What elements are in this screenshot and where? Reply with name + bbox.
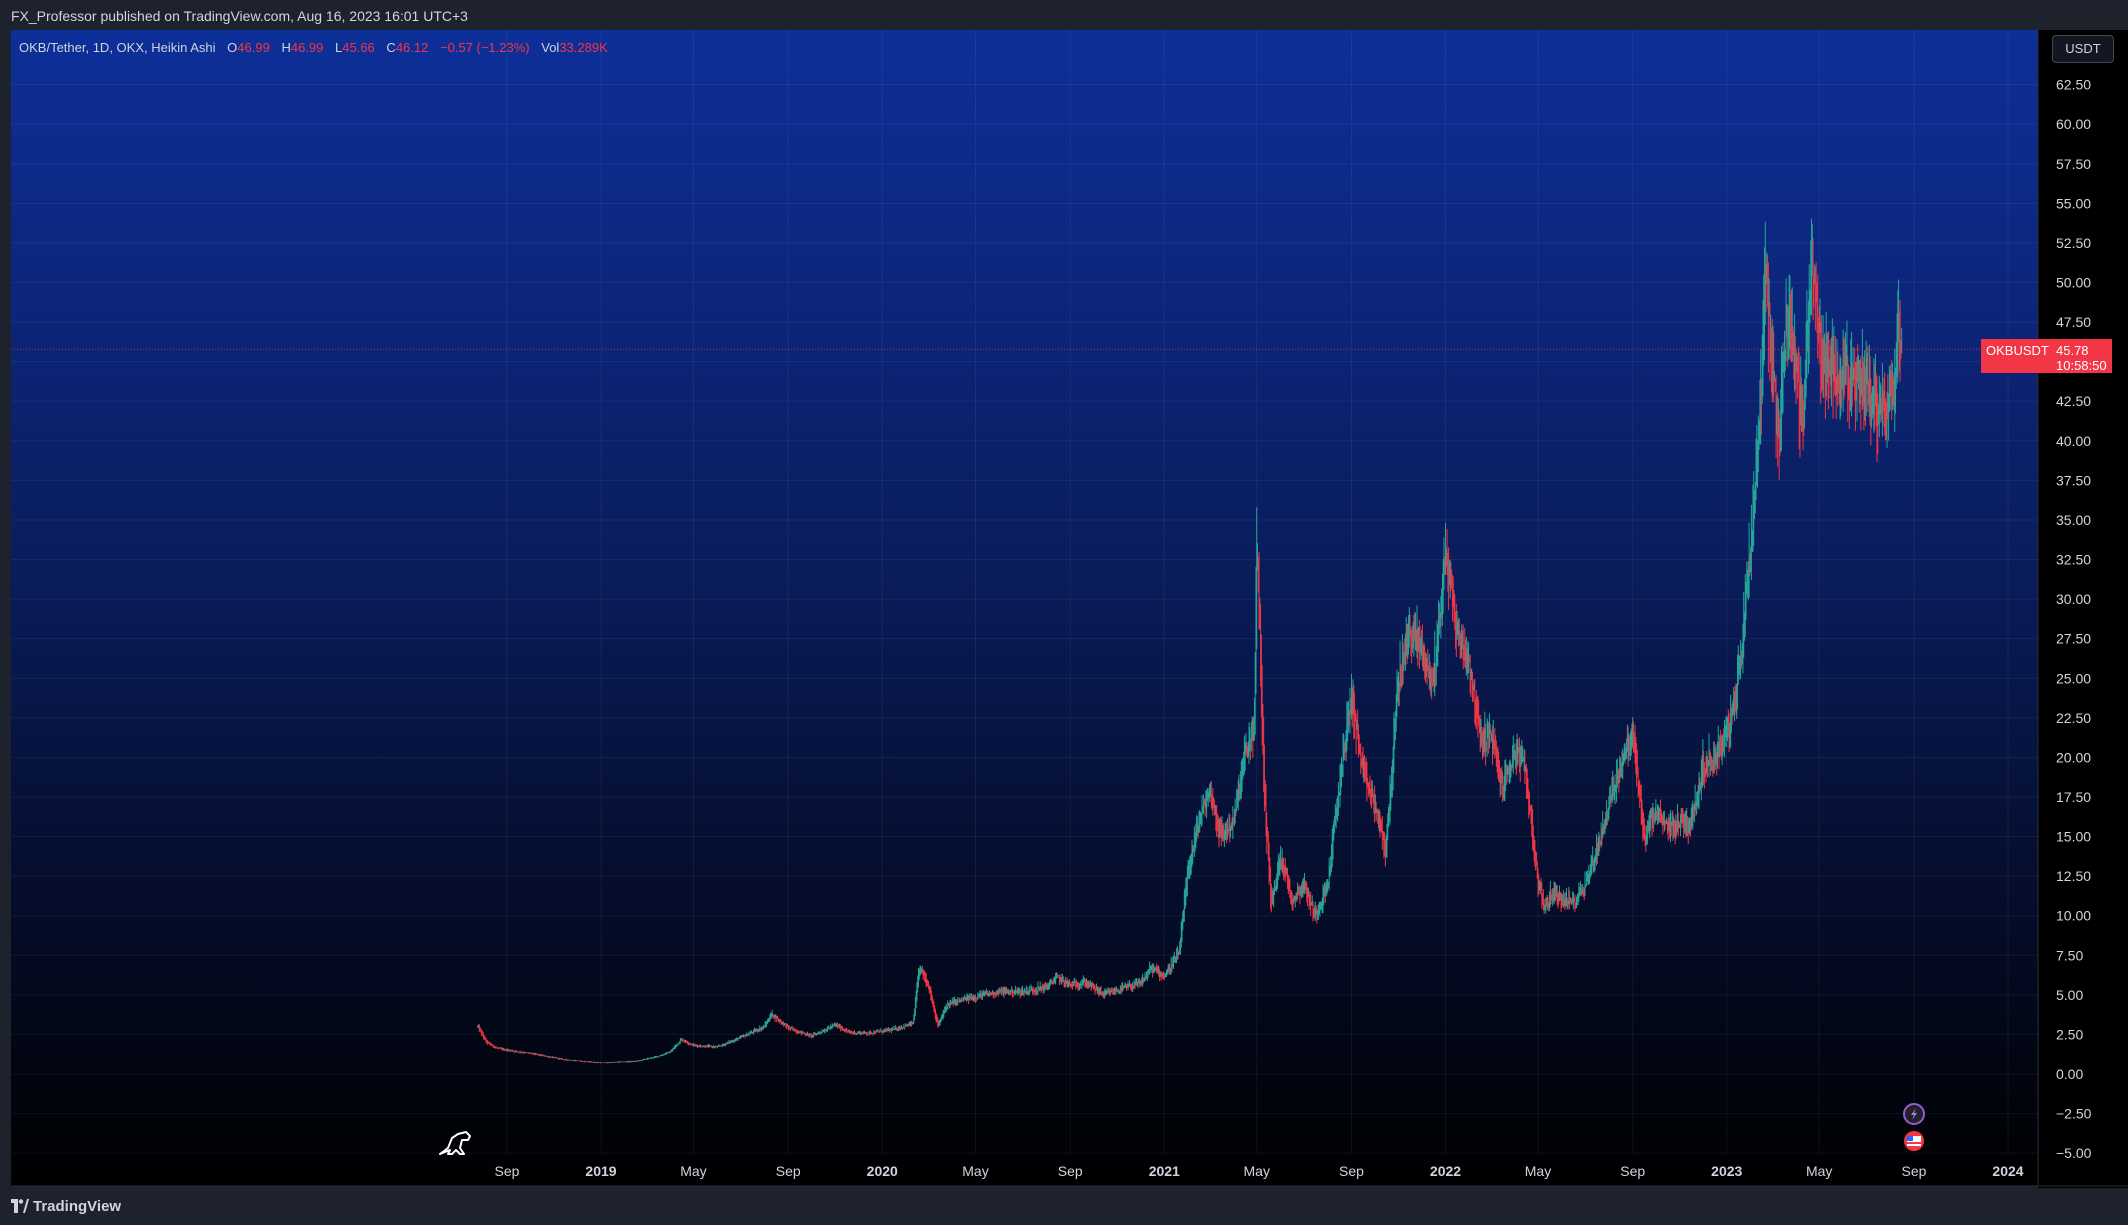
x-tick-label: Sep bbox=[776, 1163, 801, 1179]
price-tag-price: 45.78 bbox=[2056, 343, 2089, 358]
y-tick-label: 22.50 bbox=[2056, 710, 2091, 726]
high-label: H bbox=[281, 40, 291, 55]
x-tick-label: May bbox=[680, 1163, 706, 1179]
open-value: 46.99 bbox=[237, 40, 270, 55]
y-tick-label: 7.50 bbox=[2056, 947, 2083, 963]
y-tick-label: 35.00 bbox=[2056, 512, 2091, 528]
x-tick-label: May bbox=[1806, 1163, 1832, 1179]
y-tick-label: 10.00 bbox=[2056, 908, 2091, 924]
y-tick-label: 32.50 bbox=[2056, 552, 2091, 568]
y-tick-label: 37.50 bbox=[2056, 472, 2091, 488]
symbol-legend: OKB/Tether, 1D, OKX, Heikin Ashi O46.99 … bbox=[19, 40, 608, 55]
tradingview-logo-icon bbox=[11, 1199, 29, 1213]
y-tick-label: −5.00 bbox=[2056, 1145, 2092, 1161]
y-tick-label: 20.00 bbox=[2056, 749, 2091, 765]
y-tick-label: 57.50 bbox=[2056, 156, 2091, 172]
price-tag-symbol: OKBUSDT bbox=[1986, 343, 2049, 358]
x-tick-label: Sep bbox=[1058, 1163, 1083, 1179]
x-tick-label: Sep bbox=[1339, 1163, 1364, 1179]
low-value: 45.66 bbox=[342, 40, 375, 55]
y-tick-label: 60.00 bbox=[2056, 116, 2091, 132]
y-tick-label: 27.50 bbox=[2056, 631, 2091, 647]
x-tick-label: 2019 bbox=[585, 1163, 616, 1179]
y-tick-label: 30.00 bbox=[2056, 591, 2091, 607]
x-tick-label: Sep bbox=[1902, 1163, 1927, 1179]
last-price-tag: OKBUSDT 45.78 10:58:50 bbox=[1981, 339, 2112, 373]
close-label: C bbox=[386, 40, 396, 55]
volume-value: 33.289K bbox=[559, 40, 608, 55]
x-tick-label: May bbox=[1244, 1163, 1270, 1179]
x-tick-label: 2024 bbox=[1992, 1163, 2023, 1179]
close-value: 46.12 bbox=[395, 40, 429, 55]
tradingview-brand: TradingView bbox=[33, 1198, 122, 1215]
x-tick-label: May bbox=[1525, 1163, 1551, 1179]
x-tick-label: 2021 bbox=[1149, 1163, 1180, 1179]
change-value: −0.57 (−1.23%) bbox=[439, 40, 530, 55]
y-tick-label: 40.00 bbox=[2056, 433, 2091, 449]
y-tick-label: 47.50 bbox=[2056, 314, 2091, 330]
x-tick-label: 2023 bbox=[1711, 1163, 1742, 1179]
x-tick-label: 2020 bbox=[867, 1163, 898, 1179]
y-tick-label: 52.50 bbox=[2056, 235, 2091, 251]
currency-button[interactable]: USDT bbox=[2052, 35, 2114, 63]
y-tick-label: 62.50 bbox=[2056, 77, 2091, 93]
y-tick-label: 15.00 bbox=[2056, 829, 2091, 845]
y-tick-label: 5.00 bbox=[2056, 987, 2083, 1003]
x-tick-label: 2022 bbox=[1430, 1163, 1461, 1179]
open-label: O bbox=[227, 40, 238, 55]
symbol-info[interactable]: OKB/Tether, 1D, OKX, Heikin Ashi bbox=[19, 40, 216, 55]
us-flag-icon[interactable] bbox=[1904, 1131, 1924, 1151]
tradingview-logo[interactable]: TradingView bbox=[11, 1197, 121, 1215]
y-tick-label: 2.50 bbox=[2056, 1026, 2083, 1042]
footer-bar bbox=[0, 1188, 2128, 1225]
y-tick-label: −2.50 bbox=[2056, 1106, 2092, 1122]
y-tick-label: 17.50 bbox=[2056, 789, 2091, 805]
lightning-icon[interactable] bbox=[1903, 1103, 1925, 1125]
x-tick-label: May bbox=[962, 1163, 988, 1179]
y-tick-label: 0.00 bbox=[2056, 1066, 2083, 1082]
price-tag-countdown: 10:58:50 bbox=[2056, 358, 2107, 373]
y-tick-label: 25.00 bbox=[2056, 670, 2091, 686]
y-tick-label: 12.50 bbox=[2056, 868, 2091, 884]
x-tick-label: Sep bbox=[1620, 1163, 1645, 1179]
y-tick-label: 42.50 bbox=[2056, 393, 2091, 409]
x-tick-label: Sep bbox=[495, 1163, 520, 1179]
volume-label: Vol bbox=[541, 40, 560, 55]
y-tick-label: 55.00 bbox=[2056, 195, 2091, 211]
y-tick-label: 50.00 bbox=[2056, 275, 2091, 291]
high-value: 46.99 bbox=[290, 40, 324, 55]
price-chart[interactable]: 62.5060.0057.5055.0052.5050.0047.5045.00… bbox=[0, 0, 2128, 1188]
